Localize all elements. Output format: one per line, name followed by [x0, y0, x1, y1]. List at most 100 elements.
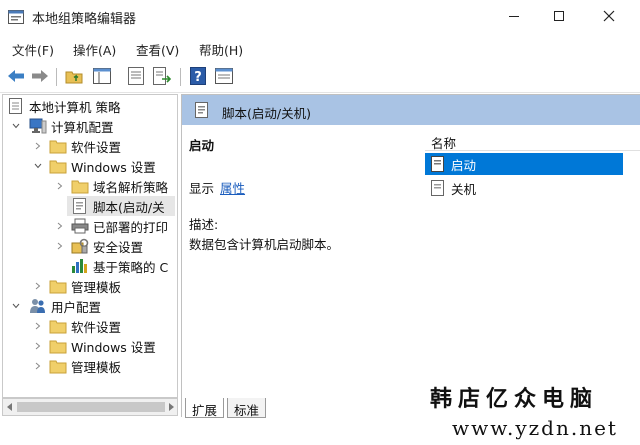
tree-item-security-settings[interactable]: 安全设置: [71, 236, 143, 256]
expand-icon[interactable]: [55, 221, 65, 231]
title-bar[interactable]: 本地组策略编辑器: [0, 0, 640, 34]
expand-icon[interactable]: [55, 241, 65, 251]
list-header: 名称: [425, 127, 640, 151]
view-icon: [215, 68, 233, 84]
tree-item-label: 管理模板: [71, 359, 122, 375]
menu-action[interactable]: 操作(A): [73, 40, 116, 59]
back-button[interactable]: [6, 66, 26, 86]
tree-horizontal-scrollbar[interactable]: [2, 398, 178, 416]
tree-item-label: 软件设置: [71, 319, 122, 335]
collapse-icon[interactable]: [11, 121, 21, 131]
tree-item-computer-config[interactable]: 计算机配置: [29, 116, 114, 136]
scroll-right-icon[interactable]: [168, 403, 175, 411]
description-text: 数据包含计算机启动脚本。: [189, 237, 340, 252]
tree-item-label: Windows 设置: [71, 339, 156, 355]
collapse-icon[interactable]: [11, 301, 21, 311]
tree-item-windows-settings[interactable]: Windows 设置: [49, 156, 156, 176]
minimize-icon[interactable]: [506, 8, 522, 24]
tree-item-label: 脚本(启动/关: [93, 199, 165, 215]
maximize-icon[interactable]: [551, 8, 567, 24]
script-icon: [431, 156, 444, 172]
tree-item-scripts[interactable]: 脚本(启动/关: [67, 196, 175, 216]
script-icon: [195, 102, 208, 118]
expand-icon[interactable]: [55, 181, 65, 191]
tree-item-label: 用户配置: [51, 299, 102, 315]
expand-icon[interactable]: [33, 341, 43, 351]
list-item-shutdown[interactable]: 关机: [425, 177, 623, 199]
policy-document-icon: [9, 98, 22, 114]
watermark-url: www.yzdn.net: [452, 416, 618, 440]
back-arrow-icon: [8, 70, 24, 82]
tree-item-label: 本地计算机 策略: [29, 99, 121, 115]
tree-item-local-policy[interactable]: 本地计算机 策略: [7, 96, 120, 116]
list-item-startup[interactable]: 启动: [425, 153, 623, 175]
up-button[interactable]: [64, 66, 84, 86]
list-item-label: 关机: [451, 181, 477, 197]
toolbar-separator: [180, 68, 181, 86]
details-header: 脚本(启动/关机): [182, 95, 640, 125]
section-title: 启动: [189, 138, 215, 153]
scroll-left-icon[interactable]: [6, 403, 13, 411]
view-button[interactable]: [214, 66, 234, 86]
tree-item-user-software-settings[interactable]: 软件设置: [49, 316, 121, 336]
printer-icon: [71, 218, 89, 234]
description-label: 描述:: [189, 217, 219, 232]
help-icon: ?: [190, 67, 206, 85]
up-folder-icon: [65, 71, 83, 84]
tree-item-label: 软件设置: [71, 139, 122, 155]
tree-item-label: 基于策略的 C: [93, 259, 169, 275]
export-list-button[interactable]: [152, 66, 172, 86]
help-button[interactable]: ?: [188, 66, 208, 86]
watermark-title: 韩店亿众电脑: [430, 386, 599, 412]
properties-link[interactable]: 属性: [220, 178, 245, 197]
expand-icon[interactable]: [33, 361, 43, 371]
toolbar-separator: [56, 68, 57, 86]
app-icon: [8, 10, 24, 24]
folder-icon: [49, 360, 67, 374]
collapse-icon[interactable]: [33, 161, 43, 171]
forward-button[interactable]: [30, 66, 50, 86]
script-icon: [73, 198, 86, 214]
list-item-label: 启动: [451, 157, 477, 173]
folder-icon: [49, 320, 67, 334]
tree-pane[interactable]: 本地计算机 策略 计算机配置 软件设置 Windows 设置 域名解析策略 脚本: [2, 94, 178, 398]
tree-item-deployed-printers[interactable]: 已部署的打印: [71, 216, 168, 236]
tree-item-name-resolution[interactable]: 域名解析策略: [71, 176, 168, 196]
tree-item-user-config[interactable]: 用户配置: [29, 296, 101, 316]
tree-item-label: 安全设置: [93, 239, 144, 255]
tab-extended[interactable]: 扩展: [185, 398, 225, 418]
close-icon[interactable]: [601, 8, 617, 24]
bar-chart-icon: [72, 259, 87, 273]
tree-item-user-admin-templates[interactable]: 管理模板: [49, 356, 121, 376]
properties-button[interactable]: [126, 66, 146, 86]
menu-view[interactable]: 查看(V): [136, 40, 179, 59]
tree-item-label: 计算机配置: [51, 119, 114, 135]
tree-item-label: 已部署的打印: [93, 219, 169, 235]
tree-item-user-windows-settings[interactable]: Windows 设置: [49, 336, 156, 356]
expand-icon[interactable]: [33, 321, 43, 331]
svg-text:?: ?: [194, 70, 202, 85]
menu-help[interactable]: 帮助(H): [199, 40, 243, 59]
script-icon: [431, 180, 444, 196]
tab-standard[interactable]: 标准: [227, 398, 267, 418]
expand-icon[interactable]: [33, 141, 43, 151]
users-icon: [30, 299, 45, 313]
details-header-title: 脚本(启动/关机): [222, 106, 311, 121]
tree-item-software-settings[interactable]: 软件设置: [49, 136, 121, 156]
show-tree-button[interactable]: [92, 66, 112, 86]
export-list-icon: [153, 67, 171, 85]
menu-file[interactable]: 文件(F): [12, 40, 54, 59]
show-tree-icon: [93, 68, 111, 84]
tree-item-label: 管理模板: [71, 279, 122, 295]
properties-icon: [128, 67, 144, 85]
tree-item-label: 域名解析策略: [93, 179, 169, 195]
folder-icon: [49, 280, 67, 294]
details-pane: 脚本(启动/关机) 启动 显示 属性 描述: 数据包含计算机启动脚本。 名称 启…: [181, 94, 640, 417]
tree-item-policy-qos[interactable]: 基于策略的 C: [71, 256, 168, 276]
expand-icon[interactable]: [33, 281, 43, 291]
column-header-name[interactable]: 名称: [431, 133, 456, 152]
window-title: 本地组策略编辑器: [32, 12, 137, 27]
tree-item-admin-templates[interactable]: 管理模板: [49, 276, 121, 296]
security-icon: [71, 238, 89, 254]
scrollbar-thumb[interactable]: [17, 402, 165, 412]
